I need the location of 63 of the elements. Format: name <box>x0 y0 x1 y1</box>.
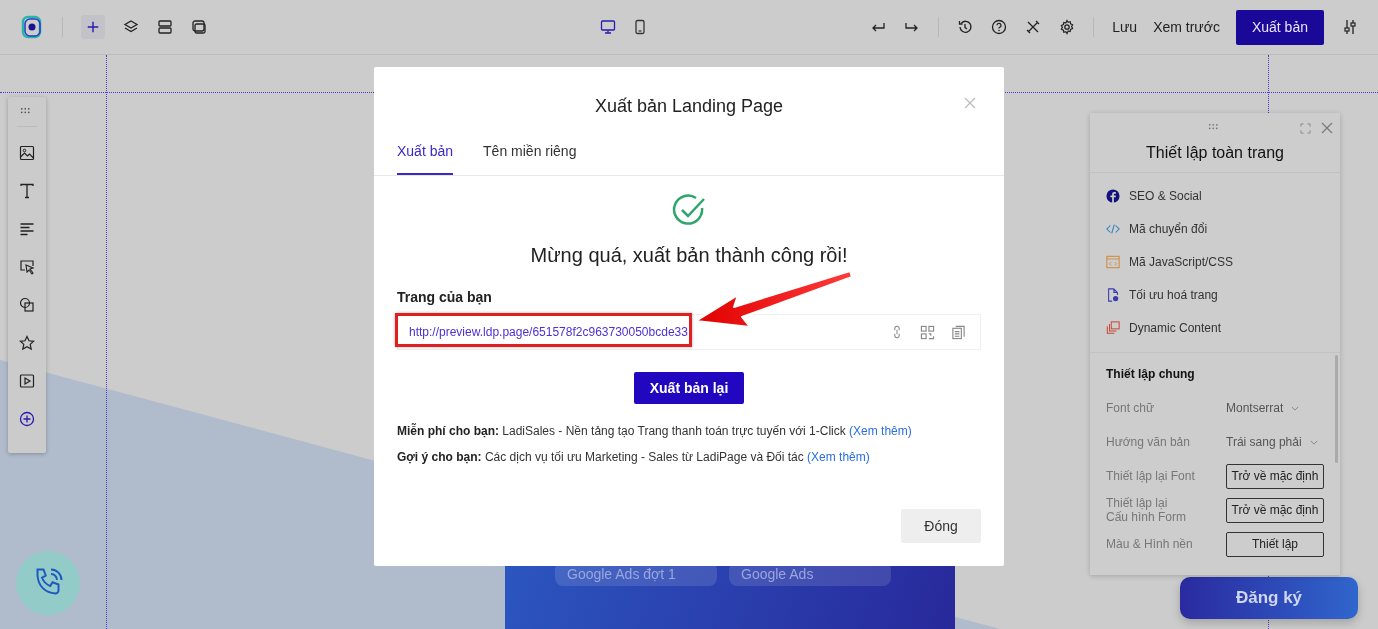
toolbar-link[interactable]: Lưu <box>1112 19 1138 35</box>
help-icon[interactable] <box>991 19 1008 35</box>
cursor-button-icon[interactable] <box>19 259 35 275</box>
signup-button[interactable]: Đăng ký <box>1180 577 1358 619</box>
shapes-icon[interactable] <box>19 297 35 313</box>
field-label: Trang của bạn <box>397 289 492 305</box>
setting-button[interactable]: Trở về mặc định <box>1226 497 1324 523</box>
settings-icon[interactable] <box>1059 19 1076 35</box>
tab[interactable]: Xuất bản <box>397 143 454 175</box>
add-button[interactable] <box>81 15 105 39</box>
note-text: Miễn phí cho bạn: LadiSales - Nền tảng tạo Trang thanh toán trực tuyến với 1-Click (Xem thêm) <box>397 424 913 438</box>
see-more-link[interactable]: (Xem thêm) <box>807 450 870 464</box>
sliders-icon[interactable] <box>1342 19 1358 35</box>
logo-icon[interactable] <box>20 15 44 39</box>
setting-label: Thiết lập lại Cấu hình Form <box>1106 496 1187 524</box>
paragraph-icon[interactable] <box>19 221 35 237</box>
toolbar-link[interactable]: Xem trước <box>1153 19 1220 35</box>
success-check-icon <box>672 194 706 228</box>
image-icon[interactable] <box>19 145 35 161</box>
video-icon[interactable] <box>19 373 35 389</box>
setting-label: Màu & Hình nền <box>1106 537 1193 551</box>
dropdown[interactable]: Montserrat <box>1226 401 1324 415</box>
chevron-down-icon <box>1309 439 1318 445</box>
setting-button[interactable]: Trở về mặc định <box>1226 463 1324 489</box>
see-more-link[interactable]: (Xem thêm) <box>849 424 912 438</box>
plus-icon <box>86 20 100 34</box>
facebook-icon <box>1106 188 1120 203</box>
setting-button[interactable]: Thiết lập <box>1226 531 1324 557</box>
add-circle-icon[interactable] <box>19 411 35 427</box>
star-icon[interactable] <box>19 335 35 351</box>
page-link[interactable]: http://preview.ldp.page/651578f2c963730050bcde33 <box>409 325 688 339</box>
document-gear-icon <box>1106 287 1120 302</box>
setting-label: Thiết lập lại Font <box>1106 469 1195 483</box>
panel-title: Thiết lập toàn trang <box>1146 144 1284 162</box>
republish-button[interactable]: Xuất bản lại <box>634 372 744 404</box>
success-message: Mừng quá, xuất bản thành công rồi! <box>530 244 848 267</box>
menu-item[interactable]: Dynamic Content <box>1106 311 1340 344</box>
setting-label: Font chữ <box>1106 401 1155 415</box>
history-icon[interactable] <box>957 19 974 35</box>
chevron-down-icon <box>1291 405 1300 411</box>
menu-item[interactable]: SEO & Social <box>1106 179 1340 212</box>
menu-item[interactable]: Tối ưu hoá trang <box>1106 278 1340 311</box>
layers-icon <box>1106 320 1120 335</box>
dialog-title: Xuất bản Landing Page <box>594 96 784 117</box>
close-icon[interactable] <box>1321 122 1333 134</box>
section-title: Thiết lập chung <box>1106 367 1196 381</box>
copy-icon[interactable] <box>951 324 966 340</box>
setting-label: Hướng văn bản <box>1106 435 1190 449</box>
desktop-view-button[interactable] <box>599 19 616 35</box>
qr-code-icon[interactable] <box>920 324 935 340</box>
sections-icon[interactable] <box>157 19 173 35</box>
dropdown[interactable]: Trái sang phải <box>1226 435 1324 449</box>
menu-item[interactable]: Mã chuyển đổi <box>1106 212 1340 245</box>
menu-item[interactable]: Mã JavaScript/CSS <box>1106 245 1340 278</box>
popup-icon[interactable] <box>191 19 207 35</box>
layers-icon[interactable] <box>123 19 139 35</box>
code-window-icon <box>1106 254 1120 269</box>
publish-button[interactable]: Xuất bản <box>1235 9 1324 45</box>
note-text: Gợi ý cho bạn: Các dịch vụ tối ưu Marketing - Sales từ LadiPage và Đối tác (Xem thêm) <box>397 450 871 464</box>
text-icon[interactable] <box>19 183 35 199</box>
tab[interactable]: Tên miền riêng <box>483 143 577 175</box>
close-button[interactable]: Đóng <box>901 509 981 543</box>
tools-icon[interactable] <box>1025 19 1042 35</box>
